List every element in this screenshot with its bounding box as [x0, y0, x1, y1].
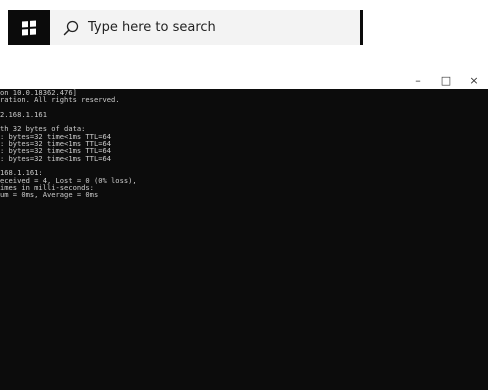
taskbar-search-bar: Type here to search [8, 10, 363, 45]
close-button[interactable]: × [460, 72, 488, 88]
search-placeholder: Type here to search [88, 20, 216, 35]
console-line: ration. All rights reserved. [0, 95, 120, 105]
windows-logo-icon [22, 20, 36, 35]
command-prompt-console[interactable]: on 10.0.18362.476] ration. All rights res… [0, 89, 488, 390]
search-box[interactable]: Type here to search [50, 10, 363, 45]
console-line: : bytes=32 time<1ms TTL=64 [0, 153, 112, 163]
console-line: um = 0ms, Average = 0ms [0, 190, 99, 200]
maximize-button[interactable]: □ [432, 72, 460, 88]
console-output: on 10.0.18362.476] ration. All rights res… [0, 89, 488, 198]
minimize-button[interactable]: – [404, 72, 432, 88]
search-icon [63, 20, 79, 35]
console-line: 2.168.1.161 [0, 109, 47, 119]
start-button[interactable] [8, 10, 50, 45]
window-caption-controls: – □ × [404, 72, 488, 88]
